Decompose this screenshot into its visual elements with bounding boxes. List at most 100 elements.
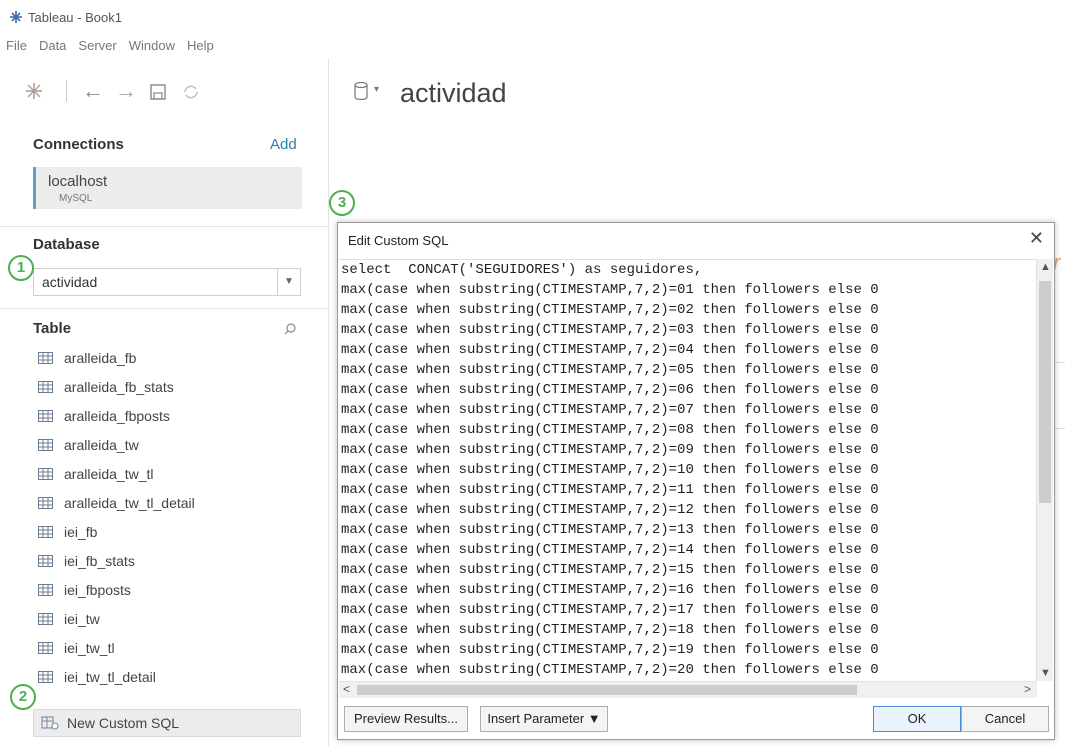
table-grid-icon	[38, 526, 53, 538]
table-list: aralleida_fb aralleida_fb_stats aralleida_…	[38, 344, 318, 692]
search-icon[interactable]	[283, 322, 297, 336]
horizontal-scroll-thumb[interactable]	[357, 685, 857, 695]
table-name: aralleida_fbposts	[64, 408, 170, 424]
tableau-logo-icon	[10, 11, 22, 23]
sql-line: max(case when substring(CTIMESTAMP,7,2)=…	[341, 522, 879, 538]
table-name: iei_tw_tl	[64, 640, 115, 656]
dialog-title: Edit Custom SQL	[348, 233, 449, 248]
database-select[interactable]: actividad ▼	[33, 268, 301, 296]
table-grid-icon	[38, 584, 53, 596]
table-grid-icon	[38, 468, 53, 480]
database-select-value: actividad	[42, 274, 98, 290]
connection-name: localhost	[48, 173, 108, 190]
table-list-item[interactable]: iei_fb	[38, 518, 318, 547]
sql-line: max(case when substring(CTIMESTAMP,7,2)=…	[341, 542, 879, 558]
sql-line: max(case when substring(CTIMESTAMP,7,2)=…	[341, 642, 879, 658]
sql-line: max(case when substring(CTIMESTAMP,7,2)=…	[341, 442, 879, 458]
insert-parameter-button[interactable]: Insert Parameter ▼	[480, 706, 608, 732]
sql-line: max(case when substring(CTIMESTAMP,7,2)=…	[341, 622, 879, 638]
table-grid-icon	[38, 381, 53, 393]
sql-line: max(case when substring(CTIMESTAMP,7,2)=…	[341, 482, 879, 498]
scroll-right-icon[interactable]: >	[1024, 682, 1031, 696]
table-list-item[interactable]: iei_tw_tl_detail	[38, 663, 318, 692]
menu-bar: File Data Server Window Help	[0, 34, 330, 58]
annotation-marker-1: 1	[8, 255, 34, 281]
menu-file[interactable]: File	[6, 34, 27, 58]
table-list-item[interactable]: aralleida_tw_tl_detail	[38, 489, 318, 518]
table-name: iei_fbposts	[64, 582, 131, 598]
refresh-icon[interactable]	[181, 82, 201, 102]
new-custom-sql-button[interactable]: New Custom SQL	[33, 709, 301, 737]
horizontal-scrollbar[interactable]: < >	[339, 681, 1037, 698]
divider	[0, 226, 328, 227]
vertical-scrollbar[interactable]: ▲ ▼	[1036, 259, 1053, 681]
sql-line: max(case when substring(CTIMESTAMP,7,2)=…	[341, 582, 879, 598]
table-list-item[interactable]: iei_tw	[38, 605, 318, 634]
sql-line: max(case when substring(CTIMESTAMP,7,2)=…	[341, 602, 879, 618]
table-name: iei_tw	[64, 611, 100, 627]
table-name: aralleida_tw	[64, 437, 139, 453]
table-name: iei_fb	[64, 524, 98, 540]
table-name: aralleida_fb_stats	[64, 379, 174, 395]
table-grid-icon	[38, 642, 53, 654]
custom-sql-icon	[41, 716, 59, 730]
table-grid-icon	[38, 613, 53, 625]
scroll-up-icon[interactable]: ▲	[1040, 261, 1051, 273]
connections-header: Connections	[33, 136, 124, 153]
table-name: iei_tw_tl_detail	[64, 669, 156, 685]
sql-line: max(case when substring(CTIMESTAMP,7,2)=…	[341, 342, 879, 358]
save-icon[interactable]	[149, 83, 167, 101]
back-arrow-icon[interactable]: ←	[82, 76, 104, 106]
menu-help[interactable]: Help	[187, 34, 214, 58]
menu-window[interactable]: Window	[129, 34, 175, 58]
sql-line: max(case when substring(CTIMESTAMP,7,2)=…	[341, 402, 879, 418]
toolbar-separator	[66, 80, 67, 102]
scroll-left-icon[interactable]: <	[343, 682, 350, 696]
sql-line: max(case when substring(CTIMESTAMP,7,2)=…	[341, 382, 879, 398]
connection-type: MySQL	[59, 193, 93, 204]
sql-line: select CONCAT('SEGUIDORES') as seguidore…	[341, 262, 703, 278]
forward-arrow-icon[interactable]: →	[115, 76, 137, 106]
new-custom-sql-label: New Custom SQL	[67, 715, 180, 731]
sql-line: max(case when substring(CTIMESTAMP,7,2)=…	[341, 462, 879, 478]
table-list-item[interactable]: iei_fb_stats	[38, 547, 318, 576]
table-grid-icon	[38, 352, 53, 364]
scroll-down-icon[interactable]: ▼	[1040, 667, 1051, 679]
annotation-marker-3: 3	[329, 190, 355, 216]
toolbar: ← →	[24, 76, 324, 106]
database-header: Database	[33, 236, 100, 253]
chevron-down-icon[interactable]: ▼	[277, 269, 300, 295]
datasource-name[interactable]: actividad	[400, 78, 507, 109]
sql-line: max(case when substring(CTIMESTAMP,7,2)=…	[341, 282, 879, 298]
table-header: Table	[33, 320, 72, 337]
menu-data[interactable]: Data	[39, 34, 66, 58]
sql-editor[interactable]: select CONCAT('SEGUIDORES') as seguidore…	[339, 259, 1037, 682]
close-icon[interactable]: ✕	[1029, 229, 1044, 247]
chevron-down-icon[interactable]: ▾	[374, 84, 379, 95]
sql-line: max(case when substring(CTIMESTAMP,7,2)=…	[341, 362, 879, 378]
table-list-item[interactable]: aralleida_tw_tl	[38, 460, 318, 489]
connection-item[interactable]: localhost MySQL	[33, 167, 302, 209]
data-source-sidebar: ← → Connections Add localhost MySQL Data…	[0, 58, 329, 746]
table-list-item[interactable]: aralleida_fb	[38, 344, 318, 373]
menu-server[interactable]: Server	[78, 34, 116, 58]
database-icon[interactable]	[354, 82, 368, 100]
table-name: aralleida_tw_tl	[64, 466, 154, 482]
preview-results-button[interactable]: Preview Results...	[344, 706, 468, 732]
cancel-button[interactable]: Cancel	[961, 706, 1049, 732]
ok-button[interactable]: OK	[873, 706, 961, 732]
start-page-icon[interactable]	[24, 81, 44, 101]
table-list-item[interactable]: iei_fbposts	[38, 576, 318, 605]
sql-line: max(case when substring(CTIMESTAMP,7,2)=…	[341, 662, 879, 678]
add-connection-link[interactable]: Add	[270, 136, 297, 153]
sql-line: max(case when substring(CTIMESTAMP,7,2)=…	[341, 302, 879, 318]
sql-line: max(case when substring(CTIMESTAMP,7,2)=…	[341, 322, 879, 338]
table-list-item[interactable]: aralleida_tw	[38, 431, 318, 460]
table-list-item[interactable]: aralleida_fbposts	[38, 402, 318, 431]
sql-line: max(case when substring(CTIMESTAMP,7,2)=…	[341, 562, 879, 578]
table-list-item[interactable]: iei_tw_tl	[38, 634, 318, 663]
table-grid-icon	[38, 410, 53, 422]
table-list-item[interactable]: aralleida_fb_stats	[38, 373, 318, 402]
vertical-scroll-thumb[interactable]	[1039, 281, 1051, 503]
sql-line: max(case when substring(CTIMESTAMP,7,2)=…	[341, 502, 879, 518]
